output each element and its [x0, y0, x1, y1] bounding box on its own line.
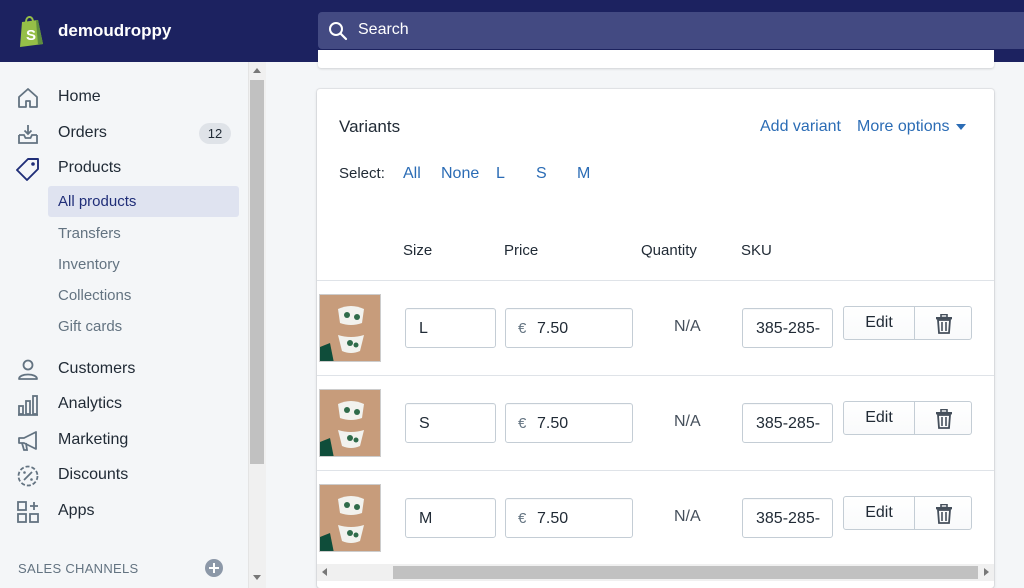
sidebar-item-customers[interactable]: Customers: [16, 356, 240, 384]
variant-image[interactable]: [319, 294, 381, 362]
variants-title: Variants: [339, 117, 401, 136]
add-variant-link[interactable]: Add variant: [760, 118, 841, 136]
table-horizontal-scrollbar-thumb[interactable]: [393, 566, 978, 579]
scroll-left-arrow-icon[interactable]: [322, 568, 327, 576]
previous-card: [318, 50, 994, 68]
megaphone-icon: [18, 431, 37, 451]
quantity-value: N/A: [674, 508, 701, 525]
sidebar-item-analytics[interactable]: Analytics: [16, 391, 240, 419]
delete-button[interactable]: [914, 306, 972, 340]
select-m-link[interactable]: M: [577, 165, 590, 183]
quantity-value: N/A: [674, 318, 701, 335]
sidebar-item-inventory[interactable]: Inventory: [48, 249, 239, 280]
shopify-logo-icon[interactable]: S: [16, 14, 46, 48]
orders-icon: [18, 125, 38, 144]
trash-icon: [936, 409, 952, 429]
sidebar-item-transfers[interactable]: Transfers: [48, 218, 239, 249]
sku-field[interactable]: 385-285-: [742, 498, 833, 538]
column-header-price: Price: [504, 242, 539, 259]
scroll-down-arrow-icon[interactable]: [253, 575, 261, 580]
variants-card: Variants Add variant More options Select…: [317, 89, 994, 588]
delete-button[interactable]: [914, 496, 972, 530]
select-all-link[interactable]: All: [403, 165, 421, 183]
size-field[interactable]: L: [405, 308, 496, 348]
add-sales-channel-icon[interactable]: [205, 559, 223, 577]
sidebar-item-orders[interactable]: Orders 12: [16, 120, 240, 148]
sidebar-item-all-products[interactable]: All products: [48, 186, 239, 217]
quantity-value: N/A: [674, 413, 701, 430]
discount-icon: [17, 465, 39, 487]
size-field[interactable]: S: [405, 403, 496, 443]
sidebar-item-collections[interactable]: Collections: [48, 280, 239, 311]
search-placeholder: Search: [358, 21, 409, 38]
edit-button[interactable]: Edit: [843, 496, 915, 530]
trash-icon: [936, 314, 952, 334]
variant-row: S € 7.50 N/A 385-285- Edit: [317, 375, 994, 470]
variant-image[interactable]: [319, 389, 381, 457]
search-icon: [329, 22, 348, 41]
variant-row: L € 7.50 N/A 385-285- Edit: [317, 280, 994, 375]
sidebar-item-marketing[interactable]: Marketing: [16, 427, 240, 455]
scroll-up-arrow-icon[interactable]: [253, 68, 261, 73]
column-header-sku: SKU: [741, 242, 772, 259]
select-label: Select:: [339, 165, 385, 182]
tag-icon: [16, 158, 39, 181]
trash-icon: [936, 504, 952, 524]
size-field[interactable]: M: [405, 498, 496, 538]
select-s-link[interactable]: S: [536, 165, 547, 183]
sidebar: Home Orders 12 Products All products Tra…: [0, 62, 248, 588]
orders-count-badge: 12: [199, 123, 231, 144]
sku-field[interactable]: 385-285-: [742, 403, 833, 443]
price-field[interactable]: € 7.50: [505, 498, 633, 538]
sku-field[interactable]: 385-285-: [742, 308, 833, 348]
caret-down-icon[interactable]: [956, 124, 966, 130]
home-icon: [18, 88, 38, 108]
edit-button[interactable]: Edit: [843, 306, 915, 340]
select-l-link[interactable]: L: [496, 165, 505, 183]
sidebar-item-discounts[interactable]: Discounts: [16, 462, 240, 490]
svg-text:S: S: [26, 27, 36, 44]
sidebar-item-products[interactable]: Products: [16, 155, 240, 183]
sidebar-item-apps[interactable]: Apps: [16, 498, 240, 526]
edit-button[interactable]: Edit: [843, 401, 915, 435]
sidebar-item-gift-cards[interactable]: Gift cards: [48, 311, 239, 342]
person-icon: [18, 359, 38, 380]
sidebar-item-home[interactable]: Home: [16, 84, 240, 112]
price-field[interactable]: € 7.50: [505, 403, 633, 443]
bar-chart-icon: [18, 395, 38, 416]
search-input[interactable]: Search: [318, 12, 1024, 49]
more-options-button[interactable]: More options: [857, 118, 950, 136]
column-header-quantity: Quantity: [641, 242, 697, 259]
price-field[interactable]: € 7.50: [505, 308, 633, 348]
variant-image[interactable]: [319, 484, 381, 552]
scroll-right-arrow-icon[interactable]: [984, 568, 989, 576]
store-name[interactable]: demoudroppy: [58, 21, 171, 41]
sidebar-scrollbar-thumb[interactable]: [250, 80, 264, 464]
variant-row: M € 7.50 N/A 385-285- Edit: [317, 470, 994, 565]
column-header-size: Size: [403, 242, 433, 259]
select-none-link[interactable]: None: [441, 165, 479, 183]
delete-button[interactable]: [914, 401, 972, 435]
apps-icon: [17, 501, 39, 523]
sales-channels-heading: SALES CHANNELS: [18, 561, 139, 576]
